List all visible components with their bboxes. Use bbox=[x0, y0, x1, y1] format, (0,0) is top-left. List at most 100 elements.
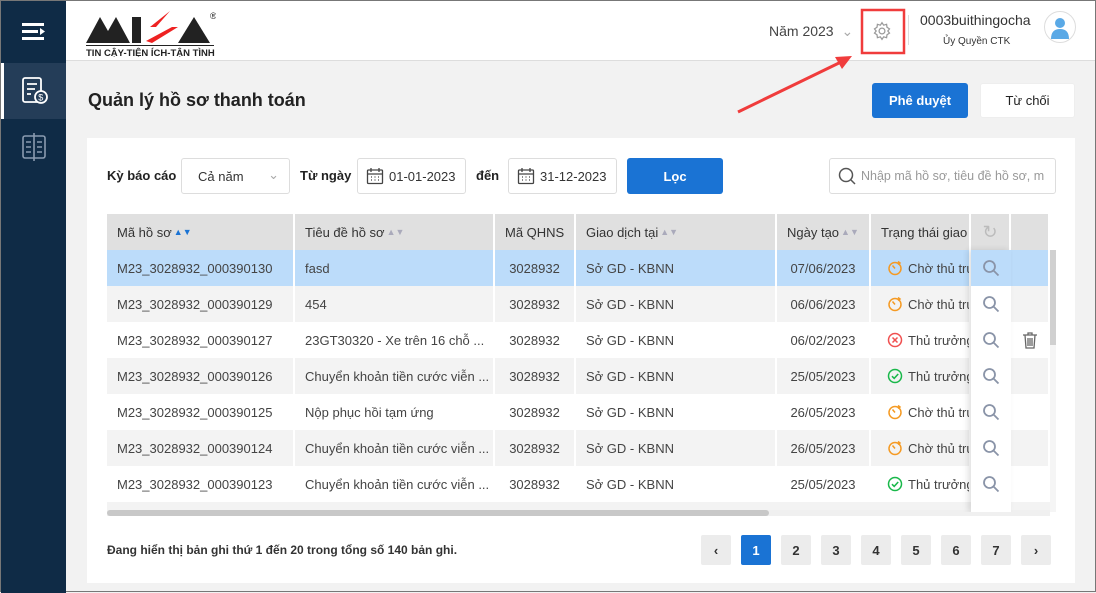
username: 0003buithingocha bbox=[920, 12, 1031, 28]
cell-status: Chờ thủ trư bbox=[871, 286, 971, 322]
action-column bbox=[971, 250, 1011, 512]
sort-icon: ▲▼ bbox=[841, 227, 859, 237]
cell-qhns: 3028932 bbox=[495, 250, 576, 286]
page-button-1[interactable]: 1 bbox=[741, 535, 771, 565]
column-header-status[interactable]: Trạng thái giao bbox=[871, 214, 971, 250]
sidebar-item-book[interactable] bbox=[1, 119, 66, 175]
chevron-right-icon: › bbox=[1033, 542, 1039, 558]
status-text: Chờ thủ trư bbox=[908, 440, 971, 456]
sort-icon: ▲▼ bbox=[660, 227, 679, 237]
cell-place: Sở GD - KBNN bbox=[576, 430, 777, 466]
records-table: Mã hồ sơ ▲▼ Tiêu đề hồ sơ ▲▼ Mã QHNS Giao … bbox=[107, 214, 1050, 512]
view-detail-button[interactable] bbox=[971, 250, 1011, 286]
cell-qhns: 3028932 bbox=[495, 322, 576, 358]
menu-toggle[interactable] bbox=[1, 4, 66, 60]
table-row[interactable]: M23_3028932_000390130 fasd 3028932 Sở GD - … bbox=[107, 250, 1050, 286]
cell-date: 07/06/2023 bbox=[777, 250, 871, 286]
table-row[interactable]: M23_3028932_000390126 Chuyển khoản tiền c… bbox=[107, 358, 1050, 394]
search-placeholder: Nhập mã hồ sơ, tiêu đề hồ sơ, m bbox=[861, 169, 1045, 183]
trash-icon[interactable] bbox=[1022, 331, 1038, 349]
column-header-title[interactable]: Tiêu đề hồ sơ ▲▼ bbox=[295, 214, 495, 250]
from-date-value: 01-01-2023 bbox=[389, 168, 456, 184]
search-icon bbox=[983, 476, 1000, 493]
status-text: Chờ thủ trư bbox=[908, 404, 971, 420]
calendar-icon bbox=[517, 168, 535, 185]
cell-code: M23_3028932_000390125 bbox=[107, 394, 295, 430]
cell-code: M23_3028932_000390124 bbox=[107, 430, 295, 466]
cell-place: Sở GD - KBNN bbox=[576, 286, 777, 322]
table-row[interactable]: M23_3028932_000390123 Chuyển khoản tiền c… bbox=[107, 466, 1050, 502]
view-detail-button[interactable] bbox=[971, 358, 1011, 394]
settings-button[interactable] bbox=[872, 21, 892, 44]
to-date-input[interactable]: 31-12-2023 bbox=[508, 158, 617, 194]
approve-button[interactable]: Phê duyệt bbox=[872, 83, 968, 118]
column-header-code[interactable]: Mã hồ sơ ▲▼ bbox=[107, 214, 295, 250]
from-date-input[interactable]: 01-01-2023 bbox=[357, 158, 466, 194]
status-text: Chờ thủ trư bbox=[908, 296, 971, 312]
to-date-value: 31-12-2023 bbox=[540, 168, 607, 184]
cell-place: Sở GD - KBNN bbox=[576, 394, 777, 430]
column-header-qhns[interactable]: Mã QHNS bbox=[495, 214, 576, 250]
avatar[interactable] bbox=[1044, 11, 1076, 43]
user-role: Ủy Quyền CTK bbox=[943, 36, 1011, 47]
page-button-2[interactable]: 2 bbox=[781, 535, 811, 565]
next-page-button[interactable]: › bbox=[1021, 535, 1051, 565]
page-button-3[interactable]: 3 bbox=[821, 535, 851, 565]
view-detail-button[interactable] bbox=[971, 322, 1011, 358]
search-input[interactable]: Nhập mã hồ sơ, tiêu đề hồ sơ, m bbox=[829, 158, 1056, 194]
sort-icon: ▲▼ bbox=[386, 227, 405, 237]
payment-document-icon: $ bbox=[22, 77, 48, 104]
cell-status: Thủ trưởng bbox=[871, 322, 971, 358]
cell-place: Sở GD - KBNN bbox=[576, 250, 777, 286]
prev-page-button[interactable]: ‹ bbox=[701, 535, 731, 565]
year-select[interactable]: Năm 2023 ⌄ bbox=[769, 23, 853, 40]
horizontal-scrollbar-thumb[interactable] bbox=[107, 510, 769, 516]
refresh-button[interactable]: ↻ bbox=[971, 214, 1011, 250]
view-detail-button[interactable] bbox=[971, 466, 1011, 502]
svg-text:®: ® bbox=[210, 11, 216, 21]
cell-title: Chuyển khoản tiền cước viễn ... bbox=[295, 358, 495, 394]
search-icon bbox=[983, 296, 1000, 313]
table-row[interactable]: M23_3028932_000390124 Chuyển khoản tiền c… bbox=[107, 430, 1050, 466]
vertical-scrollbar[interactable] bbox=[1050, 250, 1056, 512]
page-button-6[interactable]: 6 bbox=[941, 535, 971, 565]
sidebar-item-payment-documents[interactable]: $ bbox=[1, 63, 66, 119]
page-title: Quản lý hồ sơ thanh toán bbox=[88, 90, 306, 110]
status-rejected-icon bbox=[887, 332, 903, 348]
table-row[interactable]: M23_3028932_000390129 454 3028932 Sở GD - K… bbox=[107, 286, 1050, 322]
horizontal-scrollbar[interactable] bbox=[107, 510, 1050, 516]
cell-date: 06/02/2023 bbox=[777, 322, 871, 358]
gear-icon bbox=[873, 21, 891, 41]
period-select[interactable]: Cả năm ⌄ bbox=[181, 158, 290, 194]
search-icon bbox=[983, 404, 1000, 421]
cell-place: Sở GD - KBNN bbox=[576, 466, 777, 502]
cell-status: Thủ trưởng bbox=[871, 466, 971, 502]
table-header: Mã hồ sơ ▲▼ Tiêu đề hồ sơ ▲▼ Mã QHNS Giao … bbox=[107, 214, 1050, 250]
column-header-place[interactable]: Giao dịch tại ▲▼ bbox=[576, 214, 777, 250]
search-icon bbox=[983, 440, 1000, 457]
table-row[interactable]: M23_3028932_000390127 23GT30320 - Xe trên… bbox=[107, 322, 1050, 358]
page-button-5[interactable]: 5 bbox=[901, 535, 931, 565]
sidebar: $ bbox=[1, 1, 66, 593]
view-detail-button[interactable] bbox=[971, 430, 1011, 466]
view-detail-button[interactable] bbox=[971, 286, 1011, 322]
vertical-scrollbar-thumb[interactable] bbox=[1050, 250, 1056, 345]
page-button-7[interactable]: 7 bbox=[981, 535, 1011, 565]
reject-button[interactable]: Từ chối bbox=[980, 83, 1075, 118]
column-header-date[interactable]: Ngày tạo ▲▼ bbox=[777, 214, 871, 250]
menu-icon bbox=[21, 23, 45, 40]
column-header-actions bbox=[1011, 214, 1050, 250]
refresh-icon: ↻ bbox=[982, 221, 998, 242]
cell-date: 26/05/2023 bbox=[777, 394, 871, 430]
status-pending-icon bbox=[888, 404, 902, 420]
cell-title: 454 bbox=[295, 286, 495, 322]
cell-qhns: 3028932 bbox=[495, 430, 576, 466]
record-summary: Đang hiển thị bản ghi thứ 1 đến 20 trong… bbox=[107, 543, 458, 557]
table-row[interactable]: M23_3028932_000390125 Nộp phục hồi tạm ứn… bbox=[107, 394, 1050, 430]
view-detail-button[interactable] bbox=[971, 394, 1011, 430]
cell-place: Sở GD - KBNN bbox=[576, 322, 777, 358]
filter-button[interactable]: Lọc bbox=[627, 158, 723, 194]
page-button-4[interactable]: 4 bbox=[861, 535, 891, 565]
cell-date: 26/05/2023 bbox=[777, 430, 871, 466]
cell-date: 06/06/2023 bbox=[777, 286, 871, 322]
